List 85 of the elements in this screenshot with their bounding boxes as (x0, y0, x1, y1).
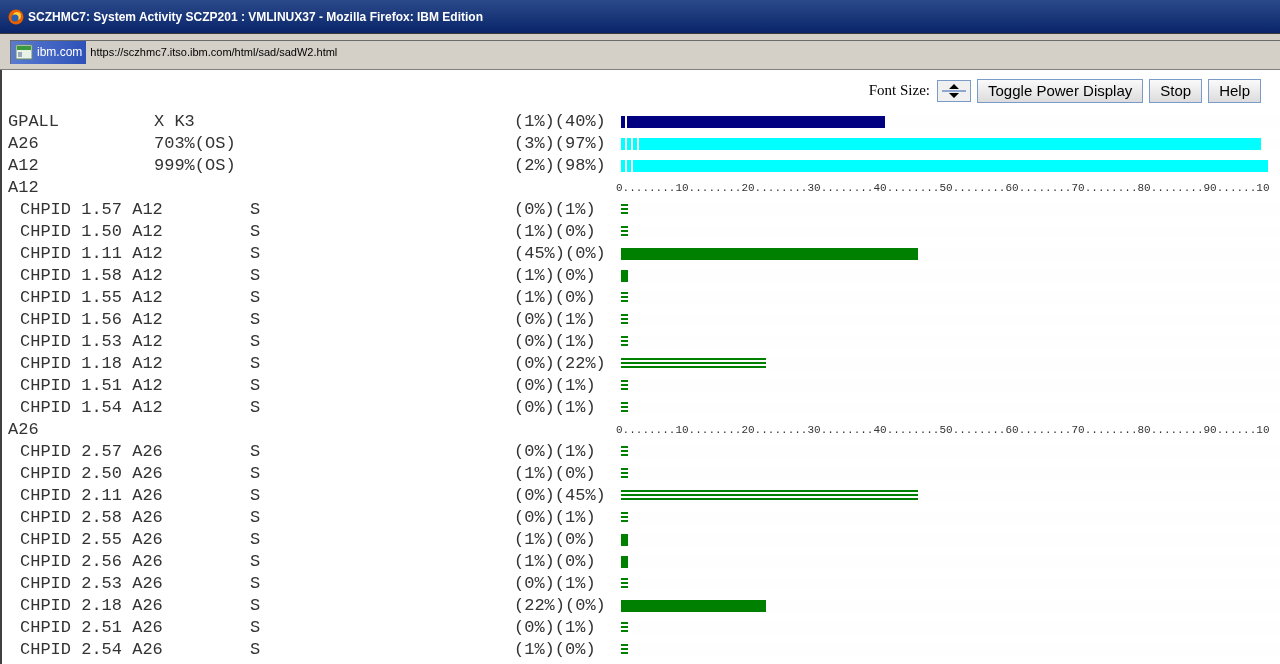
usage-reading: (1%)(0%) (514, 529, 597, 551)
channel-type: S (250, 287, 262, 309)
channel-label: CHPID 1.56 A12 (19, 309, 164, 331)
channel-type: S (250, 243, 262, 265)
up-down-arrows-icon (941, 82, 968, 99)
channel-type: S (250, 375, 262, 397)
site-icon (15, 44, 33, 60)
usage-reading: (0%)(1%) (514, 331, 597, 353)
channel-type: S (250, 485, 262, 507)
toolbar-button[interactable]: Stop (1149, 78, 1203, 103)
scale-ruler: 0........10........20........30........40........50........60........70........80........90......10 (616, 423, 1270, 438)
channel-type: S (250, 441, 262, 463)
channel-type: S (250, 507, 262, 529)
channel-label: CHPID 2.57 A26 (19, 441, 164, 463)
channel-type: S (250, 397, 262, 419)
summary-value: X K3 (154, 111, 196, 133)
channel-label: CHPID 2.53 A26 (19, 573, 164, 595)
channel-type: S (250, 331, 262, 353)
channel-label: CHPID 1.54 A12 (19, 397, 164, 419)
channel-label: CHPID 1.50 A12 (19, 221, 164, 243)
usage-reading: (0%)(1%) (514, 309, 597, 331)
usage-reading: (2%)(98%) (514, 155, 607, 177)
channel-label: CHPID 2.18 A26 (19, 595, 164, 617)
usage-reading: (0%)(1%) (514, 617, 597, 639)
toolbar-button[interactable]: Help (1208, 78, 1261, 103)
usage-reading: (1%)(0%) (514, 463, 597, 485)
usage-reading: (0%)(1%) (514, 507, 597, 529)
scale-ruler: 0........10........20........30........40........50........60........70........80........90......10 (616, 181, 1270, 196)
channel-label: CHPID 1.53 A12 (19, 331, 164, 353)
usage-reading: (1%)(0%) (514, 551, 597, 573)
summary-value: 703%(OS) (154, 133, 237, 155)
channel-label: CHPID 2.11 A26 (19, 485, 164, 507)
channel-type: S (250, 573, 262, 595)
usage-reading: (3%)(97%) (514, 133, 607, 155)
site-label: ibm.com (37, 44, 83, 61)
channel-type: S (250, 595, 262, 617)
toolbar-button[interactable]: Toggle Power Display (977, 78, 1144, 103)
channel-label: CHPID 1.57 A12 (19, 199, 164, 221)
channel-label: CHPID 2.50 A26 (19, 463, 164, 485)
channel-type: S (250, 617, 262, 639)
browser-logo-icon (8, 8, 24, 25)
channel-label: CHPID 2.54 A26 (19, 639, 164, 661)
font-size-label: Font Size: (868, 81, 931, 101)
summary-name: A12 (7, 155, 40, 177)
window-title: SCZHMC7: System Activity SCZP201 : VMLINUX37 - Mozilla Firefox: IBM Edition (28, 8, 483, 26)
channel-type: S (250, 353, 262, 375)
usage-reading: (1%)(0%) (514, 265, 597, 287)
usage-reading: (0%)(1%) (514, 441, 597, 463)
channel-label: CHPID 2.58 A26 (19, 507, 164, 529)
font-size-stepper[interactable] (937, 79, 972, 102)
usage-reading: (1%)(0%) (514, 287, 597, 309)
group-name: A26 (7, 419, 40, 441)
usage-reading: (22%)(0%) (514, 595, 607, 617)
channel-type: S (250, 309, 262, 331)
channel-type: S (250, 551, 262, 573)
usage-reading: (45%)(0%) (514, 243, 607, 265)
channel-label: CHPID 2.55 A26 (19, 529, 164, 551)
usage-reading: (0%)(22%) (514, 353, 607, 375)
channel-label: CHPID 2.51 A26 (19, 617, 164, 639)
channel-type: S (250, 639, 262, 661)
usage-reading: (1%)(0%) (514, 639, 597, 661)
site-badge[interactable]: ibm.com (11, 40, 87, 64)
usage-reading: (0%)(1%) (514, 375, 597, 397)
channel-type: S (250, 265, 262, 287)
channel-type: S (250, 199, 262, 221)
channel-label: CHPID 1.58 A12 (19, 265, 164, 287)
group-name: A12 (7, 177, 40, 199)
usage-reading: (0%)(45%) (514, 485, 607, 507)
usage-reading: (0%)(1%) (514, 199, 597, 221)
summary-name: A26 (7, 133, 40, 155)
url-field[interactable]: https://sczhmc7.itso.ibm.com/html/sad/sadW2.html (90, 43, 338, 61)
summary-value: 999%(OS) (154, 155, 237, 177)
usage-reading: (0%)(1%) (514, 573, 597, 595)
channel-label: CHPID 1.18 A12 (19, 353, 164, 375)
usage-reading: (1%)(40%) (514, 111, 607, 133)
channel-type: S (250, 463, 262, 485)
channel-type: S (250, 529, 262, 551)
channel-label: CHPID 2.56 A26 (19, 551, 164, 573)
usage-reading: (0%)(1%) (514, 397, 597, 419)
channel-label: CHPID 1.51 A12 (19, 375, 164, 397)
summary-name: GPALL (7, 111, 60, 133)
channel-type: S (250, 221, 262, 243)
channel-label: CHPID 1.55 A12 (19, 287, 164, 309)
usage-reading: (1%)(0%) (514, 221, 597, 243)
channel-label: CHPID 1.11 A12 (19, 243, 164, 265)
